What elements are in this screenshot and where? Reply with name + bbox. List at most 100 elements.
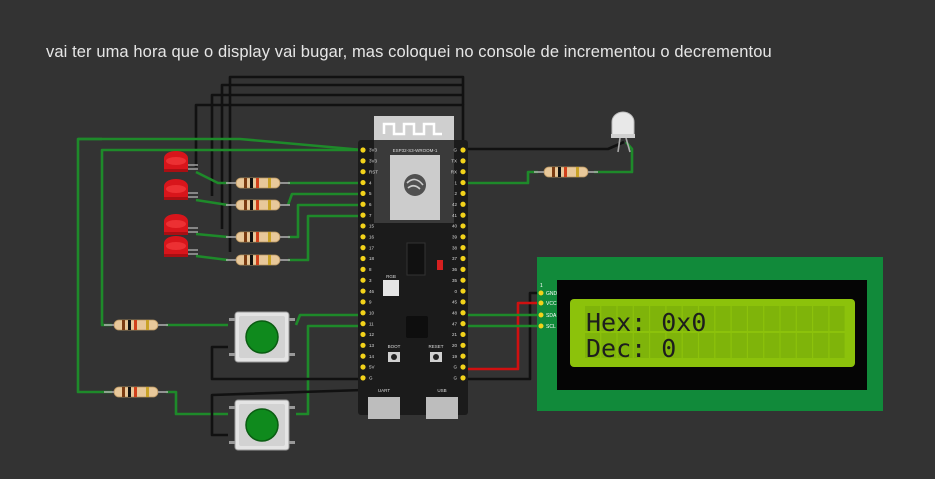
esp32-left-pin-label: RST <box>369 169 378 174</box>
esp32-s3-devkit[interactable]: ESP32-S3-WROOM-1 RGB BOOT RESET UART USB… <box>358 116 468 419</box>
esp32-right-pin[interactable] <box>460 331 466 338</box>
esp32-left-pin[interactable] <box>360 147 366 153</box>
lcd-cell <box>731 306 747 331</box>
esp32-right-pin[interactable] <box>460 353 466 359</box>
usb-label: USB <box>437 388 446 393</box>
esp32-right-pin-label: 37 <box>452 256 458 261</box>
lcd-line-1: Hex: 0x0 <box>586 308 706 337</box>
lcd-cell <box>813 333 829 358</box>
esp32-left-pin[interactable] <box>360 223 366 229</box>
esp32-left-pin[interactable] <box>360 375 366 381</box>
esp32-left-pin[interactable] <box>360 179 366 186</box>
lcd-line-2: Dec: 0 <box>586 334 676 363</box>
red-led-1[interactable] <box>163 150 199 173</box>
resistor-led-3[interactable] <box>225 231 291 243</box>
esp32-right-pin[interactable] <box>460 342 466 348</box>
esp32-right-pin[interactable] <box>460 169 466 175</box>
pushbutton-increment[interactable] <box>228 311 296 363</box>
esp32-right-pin[interactable] <box>460 179 466 186</box>
lcd-pin-gnd: GND <box>546 291 558 297</box>
esp32-right-pin[interactable] <box>460 234 466 240</box>
esp32-left-pin-label: 13 <box>369 343 375 348</box>
resistor-pullup-2[interactable] <box>103 386 169 398</box>
pushbutton-decrement[interactable] <box>228 399 296 451</box>
esp32-right-pin[interactable] <box>460 245 466 251</box>
esp32-left-pin[interactable] <box>360 245 366 251</box>
esp32-right-pin-label: G <box>453 148 457 153</box>
wire-gnd-led5 <box>463 140 625 151</box>
esp32-right-pin[interactable] <box>460 321 466 327</box>
esp32-right-pin-label: 48 <box>452 310 458 315</box>
esp32-left-pin[interactable] <box>360 353 366 359</box>
lcd-cell <box>780 333 796 358</box>
red-led-4[interactable] <box>163 235 199 258</box>
esp32-right-pin[interactable] <box>460 364 466 370</box>
esp32-right-pin[interactable] <box>460 266 466 272</box>
esp32-left-pin-label: 15 <box>369 224 375 229</box>
lcd-cell <box>748 333 764 358</box>
esp32-left-pin-label: 16 <box>369 235 375 240</box>
esp32-left-pin-label: 14 <box>369 354 375 359</box>
resistor-led-4[interactable] <box>225 254 291 266</box>
module-label: ESP32-S3-WROOM-1 <box>393 148 438 153</box>
esp32-left-pin[interactable] <box>360 321 366 327</box>
red-led-2[interactable] <box>163 178 199 201</box>
esp32-right-pin[interactable] <box>460 147 466 153</box>
red-led-3[interactable] <box>163 213 199 236</box>
esp32-right-pin-label: TX <box>451 159 457 164</box>
esp32-left-pin[interactable] <box>360 255 366 262</box>
esp32-left-pin[interactable] <box>360 299 366 305</box>
esp32-right-pin-label: 20 <box>452 343 458 348</box>
lcd-cell <box>764 306 780 331</box>
esp32-right-pin-label: 42 <box>452 202 458 207</box>
resistor-led-1[interactable] <box>225 177 291 189</box>
esp32-left-pin[interactable] <box>360 288 366 294</box>
esp32-right-pin[interactable] <box>460 277 466 283</box>
esp32-left-pin[interactable] <box>360 331 366 338</box>
esp32-left-pin[interactable] <box>360 266 366 272</box>
esp32-right-pin-label: G <box>453 376 457 381</box>
lcd-1602-i2c[interactable]: Hex: 0x0 Dec: 0 1 GND VCC SDA SCL <box>537 257 883 411</box>
wire-res2 <box>286 192 363 206</box>
esp32-right-pin[interactable] <box>460 310 466 316</box>
esp32-right-pin[interactable] <box>460 223 466 229</box>
resistor-led-2[interactable] <box>225 199 291 211</box>
lcd-cell <box>748 306 764 331</box>
esp32-right-pin[interactable] <box>460 190 466 196</box>
esp32-left-pin[interactable] <box>360 342 366 348</box>
esp32-right-pin[interactable] <box>460 375 466 381</box>
esp32-left-pin[interactable] <box>360 364 366 370</box>
uart-port <box>368 397 400 419</box>
esp32-right-pin[interactable] <box>460 255 466 262</box>
lcd-cell <box>829 333 845 358</box>
esp32-left-pin[interactable] <box>360 201 366 207</box>
power-led <box>437 260 443 270</box>
wire-led3-res <box>195 232 229 239</box>
esp32-left-pin[interactable] <box>360 277 366 283</box>
wire-3v3-join <box>78 137 364 152</box>
esp32-left-pin[interactable] <box>360 310 366 316</box>
esp32-left-pin[interactable] <box>360 169 366 175</box>
esp32-left-pin[interactable] <box>360 190 366 196</box>
lcd-pin-marker: 1 <box>540 283 543 289</box>
esp32-left-pin-label: 46 <box>369 289 375 294</box>
esp32-left-pin[interactable] <box>360 234 366 240</box>
lcd-cell <box>715 306 731 331</box>
usb-port <box>426 397 458 419</box>
esp32-left-pin-label: 5V <box>369 365 375 370</box>
esp32-left-pin[interactable] <box>360 212 366 218</box>
esp32-left-pin[interactable] <box>360 158 366 164</box>
esp32-right-pin-label: 40 <box>452 224 458 229</box>
resistor-white-led[interactable] <box>533 166 599 178</box>
lcd-pin-sda: SDA <box>546 313 557 319</box>
lcd-pin-scl: SCL <box>546 324 556 330</box>
esp32-right-pin[interactable] <box>460 158 466 164</box>
esp32-right-pin[interactable] <box>460 288 466 294</box>
esp32-right-pin[interactable] <box>460 201 466 207</box>
resistor-pullup-1[interactable] <box>103 319 169 331</box>
esp32-right-pin[interactable] <box>460 212 466 218</box>
esp32-right-pin[interactable] <box>460 299 466 305</box>
esp32-left-pin-label: 3V3 <box>369 159 378 164</box>
rgb-label: RGB <box>386 274 396 279</box>
wire-res3 <box>288 203 363 239</box>
